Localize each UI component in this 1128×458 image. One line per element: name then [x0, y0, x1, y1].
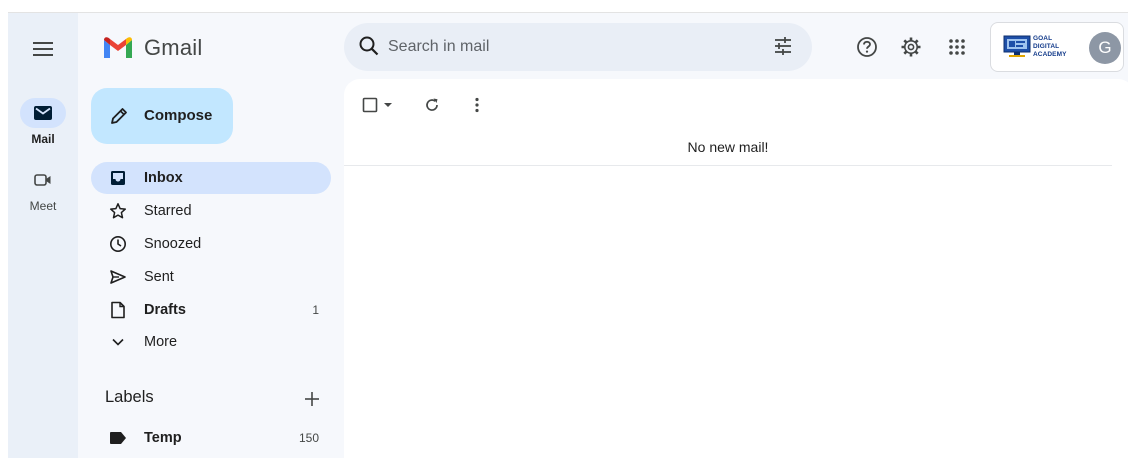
nav-label-starred: Starred — [144, 203, 192, 219]
star-icon — [109, 203, 127, 219]
organization-logo-icon — [1003, 35, 1031, 57]
search-button[interactable] — [358, 35, 380, 62]
nav-item-sent[interactable]: Sent — [91, 261, 331, 293]
inbox-icon — [111, 171, 125, 185]
create-label-button[interactable] — [301, 388, 323, 410]
gmail-window: Mail Meet Gmail Search in mail GOAL DIGI… — [8, 12, 1128, 458]
send-icon — [110, 270, 126, 284]
app-name: Gmail — [144, 35, 203, 60]
compose-button[interactable]: Compose — [91, 88, 233, 144]
main-menu-button[interactable] — [27, 33, 59, 65]
labels-heading: Labels — [105, 388, 154, 406]
list-divider — [344, 165, 1112, 166]
clock-icon — [110, 236, 126, 252]
avatar[interactable]: G — [1089, 32, 1121, 64]
search-input[interactable] — [388, 35, 748, 59]
rail-pill-mail — [20, 98, 66, 128]
more-vertical-icon — [475, 97, 479, 113]
nav-item-snoozed[interactable]: Snoozed — [91, 228, 331, 260]
settings-button[interactable] — [897, 33, 925, 61]
empty-inbox-message: No new mail! — [687, 139, 769, 155]
gear-icon — [901, 37, 921, 57]
mail-icon — [34, 106, 52, 120]
draft-icon — [111, 301, 125, 319]
search-icon — [359, 36, 379, 56]
label-name-temp: Temp — [144, 430, 182, 446]
nav-item-starred[interactable]: Starred — [91, 195, 331, 227]
pencil-icon — [111, 108, 127, 124]
nav-label-sent: Sent — [144, 269, 174, 285]
gmail-m-icon — [104, 37, 132, 58]
rail-item-mail[interactable]: Mail — [8, 98, 78, 146]
refresh-button[interactable] — [424, 95, 440, 115]
rail-label-mail: Mail — [31, 132, 55, 146]
label-count-temp: 150 — [298, 431, 319, 445]
apps-button[interactable] — [943, 33, 971, 61]
search-bar — [344, 23, 812, 71]
app-rail: Mail Meet — [8, 13, 78, 458]
plus-icon — [305, 392, 319, 406]
tune-icon — [775, 37, 791, 55]
search-options-button[interactable] — [772, 35, 794, 62]
video-icon — [34, 174, 51, 186]
organization-logo-text: GOAL DIGITAL ACADEMY — [1033, 35, 1067, 58]
nav-count-drafts: 1 — [312, 303, 319, 317]
label-item-temp[interactable]: Temp 150 — [91, 422, 331, 454]
nav-item-more[interactable]: More — [91, 326, 331, 358]
compose-label: Compose — [144, 107, 213, 124]
nav-label-more: More — [144, 334, 178, 350]
help-icon — [857, 37, 877, 57]
refresh-icon — [426, 98, 438, 111]
chevron-down-icon — [112, 338, 124, 346]
nav-label-snoozed: Snoozed — [144, 236, 202, 252]
select-all-checkbox[interactable] — [362, 95, 378, 115]
more-options-button[interactable] — [474, 95, 480, 115]
gmail-logo[interactable]: Gmail — [102, 33, 202, 63]
hamburger-menu-icon — [33, 42, 53, 56]
rail-item-meet[interactable]: Meet — [8, 165, 78, 213]
account-area[interactable]: GOAL DIGITAL ACADEMY G — [990, 22, 1124, 72]
caret-down-icon — [384, 103, 392, 107]
rail-label-meet: Meet — [29, 199, 57, 213]
mail-list-panel: No new mail! — [344, 79, 1128, 458]
label-icon — [110, 432, 126, 444]
nav-item-drafts[interactable]: Drafts 1 — [91, 294, 331, 326]
checkbox-icon — [362, 97, 378, 113]
select-options-dropdown[interactable] — [383, 95, 393, 115]
nav-item-inbox[interactable]: Inbox — [91, 162, 331, 194]
rail-pill-meet — [20, 165, 66, 195]
apps-grid-icon — [949, 39, 965, 55]
nav-label-drafts: Drafts — [144, 302, 186, 318]
support-button[interactable] — [853, 33, 881, 61]
nav-label-inbox: Inbox — [144, 170, 183, 186]
